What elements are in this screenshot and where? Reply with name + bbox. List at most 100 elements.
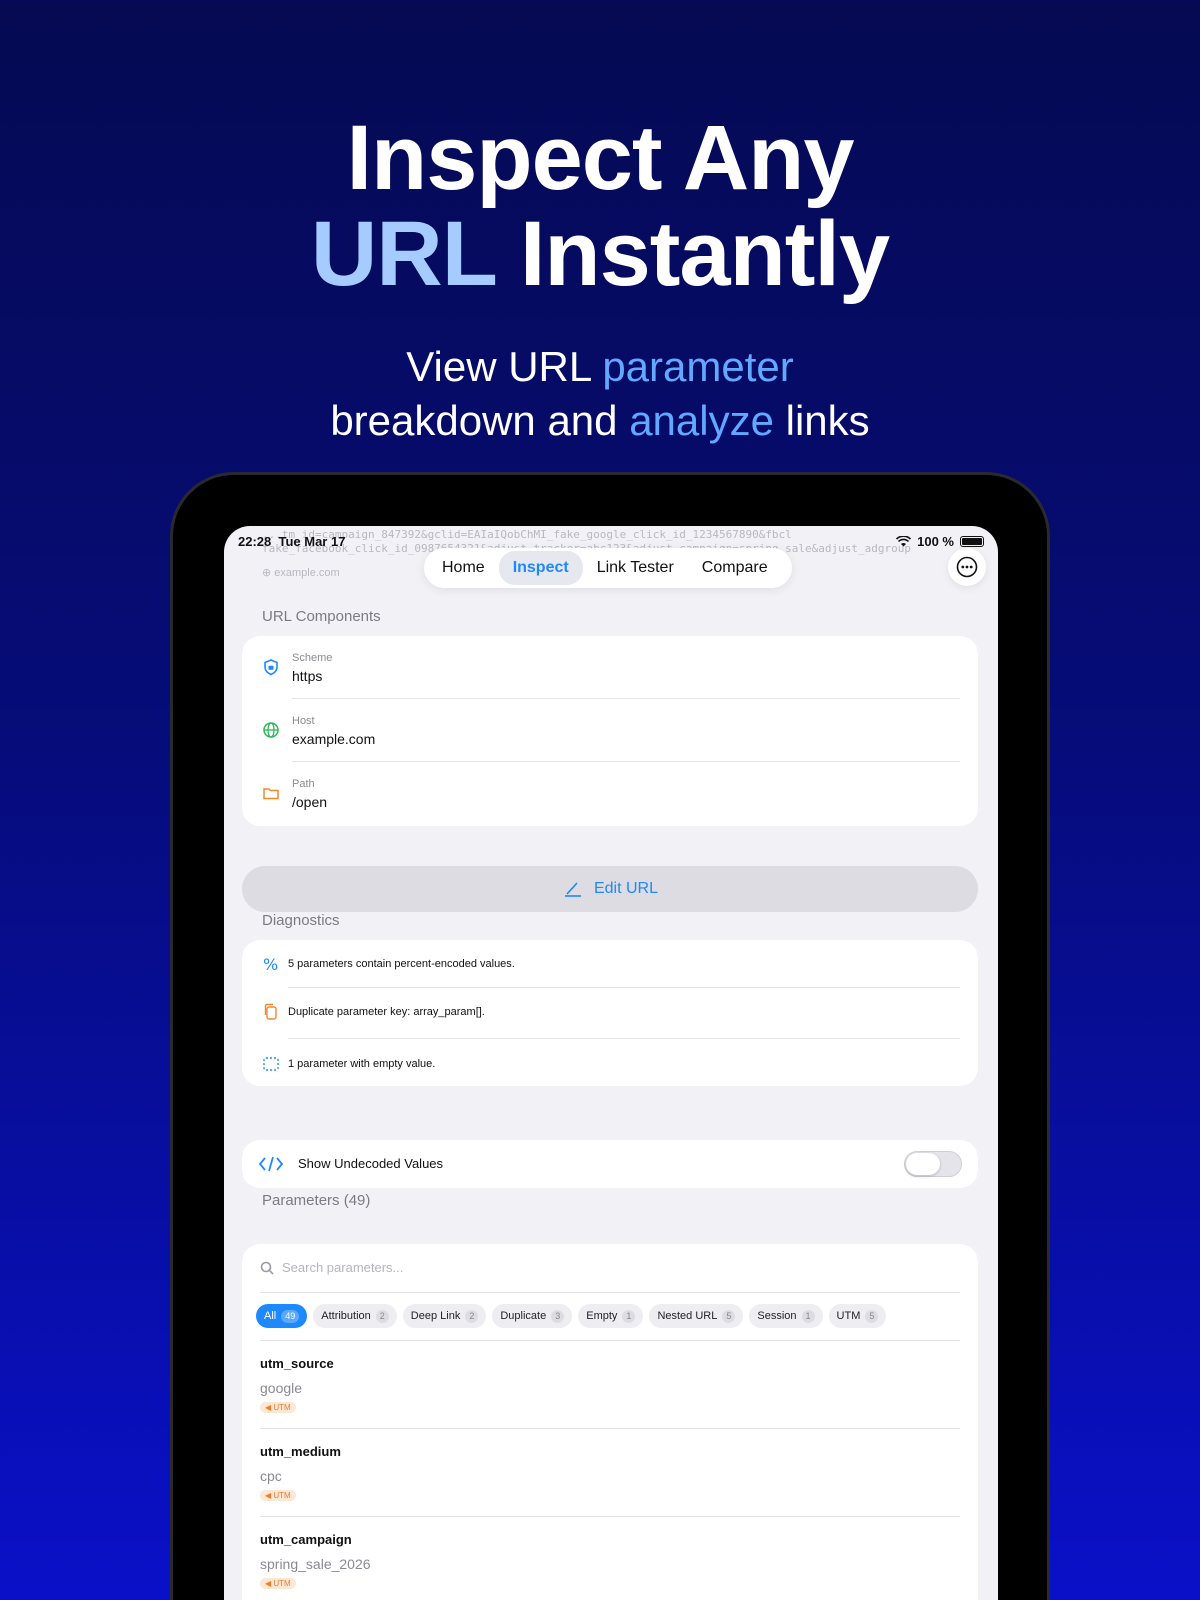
chip-label: All — [264, 1310, 277, 1322]
chip-label: Deep Link — [410, 1310, 461, 1322]
parameter-value: google — [260, 1380, 303, 1396]
url-components-title: URL Components — [262, 608, 381, 625]
parameter-row[interactable]: utm_campaign spring_sale_2026 ◀ UTM — [260, 1518, 960, 1600]
chip-count: 1 — [622, 1309, 636, 1323]
filter-chip-nested-url[interactable]: Nested URL 5 — [649, 1304, 744, 1328]
host-ghost: ⊕ example.com — [262, 567, 340, 579]
parameter-value: cpc — [260, 1468, 282, 1484]
chip-label: Session — [757, 1310, 797, 1322]
hero-sub-d: analyze — [629, 397, 774, 444]
filter-chip-deep-link[interactable]: Deep Link 2 — [402, 1304, 487, 1328]
utm-tag-badge: ◀ UTM — [260, 1402, 296, 1413]
divider — [260, 1516, 960, 1517]
hero-title-rest: Instantly — [495, 203, 890, 305]
search-parameters-input[interactable] — [282, 1260, 682, 1275]
search-icon — [260, 1261, 274, 1275]
parameter-row[interactable]: utm_source google ◀ UTM — [260, 1342, 960, 1430]
filter-chip-attribution[interactable]: Attribution 2 — [313, 1304, 397, 1328]
diagnostic-row: 1 parameter with empty value. — [242, 1040, 978, 1088]
hero: Inspect Any URL Instantly View URL param… — [0, 110, 1200, 448]
edit-url-button[interactable]: Edit URL — [242, 866, 978, 912]
pencil-icon — [564, 882, 581, 897]
undecoded-toggle-row: Show Undecoded Values — [242, 1140, 978, 1188]
utm-tag-badge: ◀ UTM — [260, 1578, 296, 1589]
divider — [288, 1038, 960, 1039]
divider — [260, 1340, 960, 1341]
parameter-value: spring_sale_2026 — [260, 1556, 371, 1572]
hero-sub-b: parameter — [602, 343, 794, 390]
component-row-path[interactable]: Path /open — [242, 762, 978, 826]
chip-label: UTM — [836, 1310, 861, 1322]
component-row-scheme[interactable]: Scheme https — [242, 636, 978, 700]
megaphone-icon: ◀ — [265, 1403, 272, 1412]
filter-chip-duplicate[interactable]: Duplicate 3 — [492, 1304, 573, 1328]
tag-label: UTM — [273, 1491, 291, 1500]
more-options-button[interactable] — [948, 548, 986, 586]
parameters-title: Parameters (49) — [262, 1192, 371, 1209]
hero-title-line1: Inspect Any — [346, 107, 854, 209]
chip-label: Nested URL — [657, 1310, 718, 1322]
utm-tag-badge: ◀ UTM — [260, 1490, 296, 1501]
status-clock: 22:28 — [238, 534, 272, 549]
url-components-card: Scheme https Host example.com Path /open — [242, 636, 978, 826]
chip-count: 5 — [722, 1309, 736, 1323]
parameters-card: All 49 Attribution 2 Deep Link 2 Duplicate 3… — [242, 1244, 978, 1600]
diagnostic-text: 1 parameter with empty value. — [288, 1058, 436, 1070]
filter-chip-empty[interactable]: Empty 1 — [578, 1304, 644, 1328]
folder-icon — [263, 788, 279, 800]
component-value: example.com — [292, 731, 376, 747]
chip-count: 49 — [281, 1309, 300, 1323]
filter-chip-utm[interactable]: UTM 5 — [828, 1304, 887, 1328]
diagnostic-text: Duplicate parameter key: array_param[]. — [288, 1006, 485, 1018]
component-label: Host — [292, 715, 315, 727]
tab-home[interactable]: Home — [428, 551, 499, 585]
diagnostic-row: Duplicate parameter key: array_param[]. — [242, 988, 978, 1036]
diagnostic-row: % 5 parameters contain percent-encoded v… — [242, 940, 978, 988]
megaphone-icon: ◀ — [265, 1491, 272, 1500]
tag-label: UTM — [273, 1579, 291, 1588]
app-screen: ...tm_id=campaign_847392&gclid=EAIaIQobC… — [224, 526, 998, 1600]
svg-text:%: % — [263, 955, 278, 973]
status-date: Tue Mar 17 — [278, 534, 346, 549]
filter-chip-session[interactable]: Session 1 — [749, 1304, 823, 1328]
chip-count: 1 — [801, 1309, 815, 1323]
hero-sub-e: links — [773, 397, 870, 444]
battery-percent: 100 % — [917, 534, 954, 549]
tab-compare[interactable]: Compare — [688, 551, 782, 585]
filter-chip-all[interactable]: All 49 — [256, 1304, 308, 1328]
lock-shield-icon — [264, 659, 278, 676]
divider — [260, 1428, 960, 1429]
component-row-host[interactable]: Host example.com — [242, 699, 978, 763]
wifi-icon — [896, 536, 912, 547]
parameter-key: utm_medium — [260, 1444, 341, 1459]
component-value: /open — [292, 794, 328, 810]
tab-link-tester[interactable]: Link Tester — [583, 551, 688, 585]
nav-tab-bar: Home Inspect Link Tester Compare — [424, 548, 792, 588]
divider — [260, 1292, 960, 1293]
ellipsis-circle-icon — [956, 556, 978, 578]
filter-chips: All 49 Attribution 2 Deep Link 2 Duplicate 3… — [256, 1304, 887, 1328]
globe-icon — [263, 722, 279, 738]
component-value: https — [292, 668, 323, 684]
dashed-square-icon — [263, 1057, 279, 1071]
diagnostics-title: Diagnostics — [262, 912, 340, 929]
chip-count: 2 — [465, 1309, 479, 1323]
megaphone-icon: ◀ — [265, 1579, 272, 1588]
parameter-row[interactable]: utm_medium cpc ◀ UTM — [260, 1430, 960, 1518]
status-time: 22:28 Tue Mar 17 — [238, 534, 345, 549]
code-brackets-icon — [258, 1156, 284, 1172]
component-label: Path — [292, 778, 315, 790]
hero-sub-c: breakdown and — [330, 397, 630, 444]
undecoded-toggle-switch[interactable] — [904, 1151, 962, 1177]
parameter-key: utm_campaign — [260, 1532, 352, 1547]
hero-title-accent: URL — [310, 203, 496, 305]
chip-count: 2 — [375, 1309, 389, 1323]
component-label: Scheme — [292, 652, 333, 664]
chip-count: 5 — [865, 1309, 879, 1323]
chip-count: 3 — [551, 1309, 565, 1323]
chip-label: Empty — [586, 1310, 618, 1322]
edit-url-label: Edit URL — [593, 880, 659, 897]
hero-sub-a: View URL — [406, 343, 603, 390]
tab-inspect[interactable]: Inspect — [498, 551, 583, 585]
host-ghost-text: example.com — [274, 567, 340, 579]
